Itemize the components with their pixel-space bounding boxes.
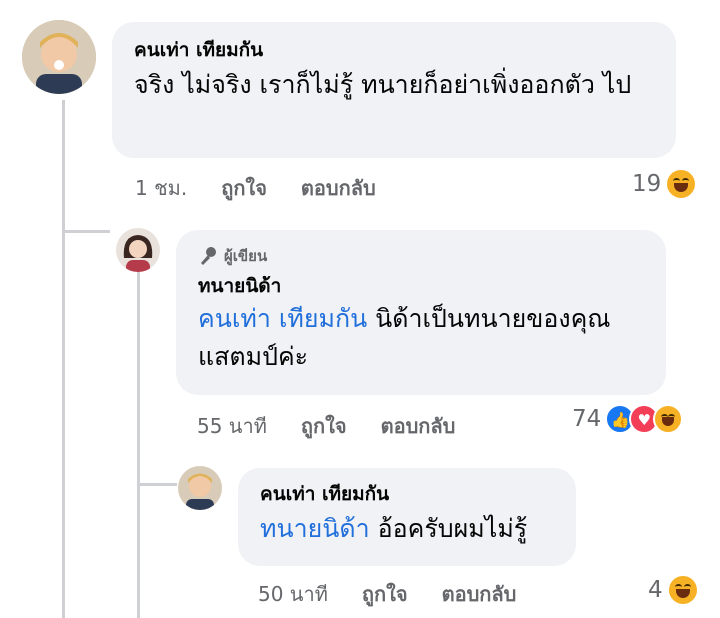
comment-bubble-2: ผู้เขียน ทนายนิด้า คนเท่า เทียมกัน นิด้า…	[176, 230, 666, 395]
reply-button[interactable]: ตอบกลับ	[301, 172, 376, 204]
reaction-count: 4	[648, 577, 663, 603]
reactions-2[interactable]: 74 👍 ♥	[572, 404, 684, 434]
mention-link[interactable]: คนเท่า เทียมกัน	[198, 304, 367, 333]
comment-author[interactable]: ทนายนิด้า	[198, 274, 644, 298]
avatar-commenter[interactable]	[22, 20, 96, 94]
comment-author[interactable]: คนเท่า เทียมกัน	[134, 38, 654, 62]
like-button[interactable]: ถูกใจ	[301, 410, 347, 442]
comment-bubble-1: คนเท่า เทียมกัน จริง ไม่จริง เราก็ไม่รู้…	[112, 22, 676, 158]
comment-bubble-3: คนเท่า เทียมกัน ทนายนิด้า อ้อครับผมไม่รู…	[238, 468, 576, 566]
reaction-count: 19	[632, 171, 662, 197]
avatar-photo-icon	[116, 228, 160, 272]
haha-reaction-icon	[666, 574, 699, 606]
comment-author[interactable]: คนเท่า เทียมกัน	[260, 482, 554, 506]
haha-reaction-icon	[665, 168, 698, 200]
reactions-1[interactable]: 19	[632, 168, 698, 200]
avatar-page-author[interactable]	[116, 228, 160, 272]
comment-text-body: อ้อครับผมไม่รู้	[369, 514, 528, 543]
microphone-icon	[201, 247, 216, 265]
comment-actions-2: 55 นาที ถูกใจ ตอบกลับ	[197, 410, 489, 442]
comment-actions-1: 1 ชม. ถูกใจ ตอบกลับ	[135, 172, 410, 204]
like-button[interactable]: ถูกใจ	[362, 578, 408, 610]
thread-line-reply	[137, 270, 140, 618]
author-badge-label: ผู้เขียน	[224, 247, 268, 265]
thread-line-main	[62, 100, 65, 618]
comment-text: ทนายนิด้า อ้อครับผมไม่รู้	[260, 510, 554, 548]
reactions-3[interactable]: 4	[648, 574, 699, 606]
reply-button[interactable]: ตอบกลับ	[442, 578, 517, 610]
haha-reaction-icon	[653, 404, 684, 434]
comment-time[interactable]: 50 นาที	[258, 578, 328, 610]
comment-text: จริง ไม่จริง เราก็ไม่รู้ ทนายก็อย่าเพิ่ง…	[134, 70, 632, 99]
comment-actions-3: 50 นาที ถูกใจ ตอบกลับ	[258, 578, 550, 610]
author-badge: ผู้เขียน	[198, 244, 644, 268]
avatar-photo-icon	[178, 466, 222, 510]
mention-link[interactable]: ทนายนิด้า	[260, 514, 370, 543]
thread-line-branch-1	[62, 230, 110, 233]
comment-time[interactable]: 1 ชม.	[135, 172, 187, 204]
comment-text: คนเท่า เทียมกัน นิด้าเป็นทนายของคุณแสตมป…	[198, 300, 644, 376]
reply-button[interactable]: ตอบกลับ	[381, 410, 456, 442]
like-button[interactable]: ถูกใจ	[221, 172, 267, 204]
avatar-photo-icon	[22, 20, 96, 94]
thread-line-branch-2	[137, 483, 177, 486]
reaction-count: 74	[572, 406, 602, 432]
avatar-commenter-reply[interactable]	[178, 466, 222, 510]
comment-time[interactable]: 55 นาที	[197, 410, 267, 442]
